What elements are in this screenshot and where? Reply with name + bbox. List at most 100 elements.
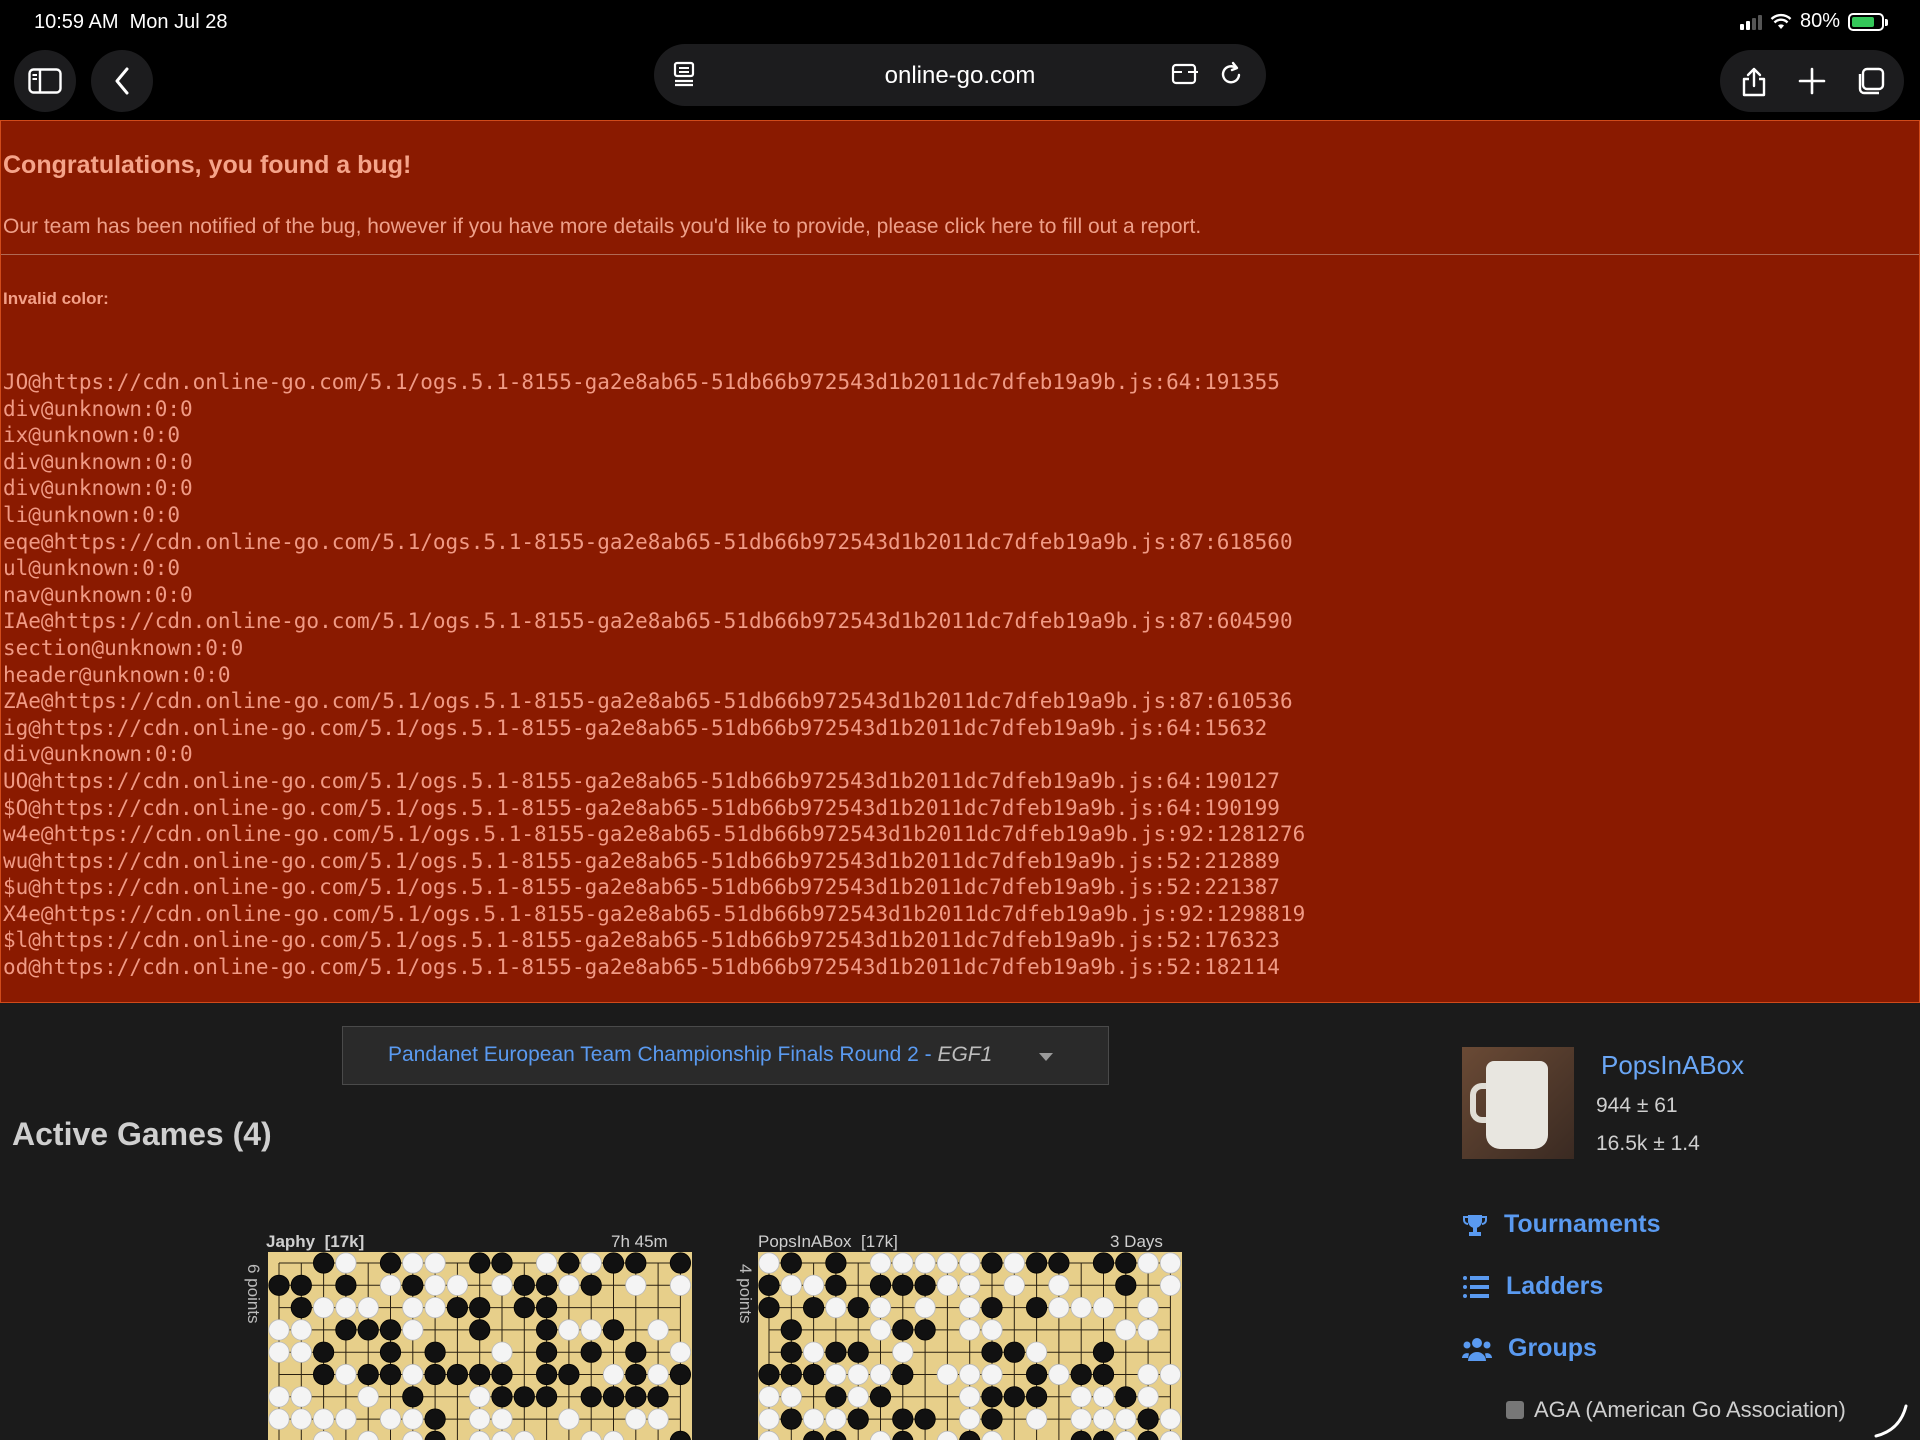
white-stone xyxy=(290,1319,312,1341)
status-time: 10:59 AM Mon Jul 28 xyxy=(34,11,228,33)
white-stone xyxy=(357,1386,379,1408)
profile-username[interactable]: PopsInABox xyxy=(1601,1050,1744,1081)
game-2-board[interactable] xyxy=(758,1252,1182,1440)
black-stone xyxy=(379,1363,402,1386)
white-stone xyxy=(802,1274,825,1296)
white-stone xyxy=(290,1386,312,1408)
black-stone xyxy=(758,1274,780,1296)
black-stone xyxy=(424,1341,446,1363)
black-stone xyxy=(914,1274,936,1296)
black-stone xyxy=(625,1363,647,1386)
avatar[interactable] xyxy=(1462,1047,1574,1159)
black-stone xyxy=(535,1386,558,1408)
black-stone xyxy=(825,1274,847,1296)
white-stone xyxy=(1092,1386,1115,1408)
black-stone xyxy=(780,1363,802,1386)
group-item-aga[interactable]: AGA (American Go Association) xyxy=(1506,1397,1846,1423)
white-stone xyxy=(647,1319,669,1341)
bug-report-link[interactable]: Our team has been notified of the bug, h… xyxy=(3,215,1201,239)
reload-icon[interactable] xyxy=(1218,60,1244,88)
white-stone xyxy=(869,1430,892,1440)
white-stone xyxy=(802,1408,825,1430)
share-icon[interactable] xyxy=(1740,66,1768,98)
nav-ladders[interactable]: Ladders xyxy=(1462,1272,1603,1301)
black-stone xyxy=(1025,1386,1048,1408)
black-stone xyxy=(580,1274,602,1296)
sidebar-button[interactable] xyxy=(14,50,76,112)
black-stone xyxy=(758,1363,780,1386)
cellular-signal-icon xyxy=(1739,14,1762,30)
white-stone xyxy=(780,1386,802,1408)
black-stone xyxy=(1137,1430,1159,1440)
white-stone xyxy=(402,1363,424,1386)
address-bar[interactable]: online-go.com xyxy=(654,44,1266,106)
black-stone xyxy=(1115,1252,1137,1274)
white-stone xyxy=(580,1319,602,1341)
white-stone xyxy=(491,1408,513,1430)
black-stone xyxy=(290,1274,312,1296)
white-stone xyxy=(869,1296,892,1319)
active-games-title: Active Games (4) xyxy=(12,1116,272,1152)
white-stone xyxy=(290,1341,312,1363)
white-stone xyxy=(780,1274,802,1296)
stack-line: wu@https://cdn.online-go.com/5.1/ogs.5.1… xyxy=(3,848,1280,873)
stack-line: $O@https://cdn.online-go.com/5.1/ogs.5.1… xyxy=(3,795,1280,820)
black-stone xyxy=(513,1386,535,1408)
game-2-player[interactable]: PopsInABox [17k] xyxy=(758,1232,898,1252)
black-stone xyxy=(558,1252,580,1274)
white-stone xyxy=(936,1274,958,1296)
black-stone xyxy=(602,1319,625,1341)
white-stone xyxy=(469,1386,491,1408)
black-stone xyxy=(892,1319,914,1341)
tabs-icon[interactable] xyxy=(1854,66,1886,96)
back-button[interactable] xyxy=(91,50,153,112)
nav-tournaments[interactable]: Tournaments xyxy=(1462,1210,1661,1239)
stack-line: div@unknown:0:0 xyxy=(3,396,193,421)
black-stone xyxy=(469,1319,491,1341)
event-selector[interactable]: Pandanet European Team Championship Fina… xyxy=(342,1026,1109,1085)
stack-line: JO@https://cdn.online-go.com/5.1/ogs.5.1… xyxy=(3,370,1280,394)
stack-line: IAe@https://cdn.online-go.com/5.1/ogs.5.… xyxy=(3,609,1293,634)
black-stone xyxy=(825,1341,847,1363)
extension-icon[interactable] xyxy=(1170,60,1200,88)
stack-line: ix@unknown:0:0 xyxy=(3,423,181,448)
divider xyxy=(1,254,1919,255)
stack-line: UO@https://cdn.online-go.com/5.1/ogs.5.1… xyxy=(3,768,1280,793)
group-icon xyxy=(1506,1401,1524,1419)
white-stone xyxy=(424,1274,446,1296)
battery-icon xyxy=(1848,12,1888,31)
black-stone xyxy=(424,1408,446,1430)
error-title: Invalid color: xyxy=(3,289,109,308)
black-stone xyxy=(803,1430,825,1440)
white-stone xyxy=(379,1408,402,1430)
nav-groups[interactable]: Groups xyxy=(1462,1334,1597,1363)
black-stone xyxy=(602,1252,625,1274)
game-1-board[interactable] xyxy=(268,1252,692,1440)
white-stone xyxy=(535,1252,558,1274)
black-stone xyxy=(379,1252,402,1274)
list-icon xyxy=(1463,1275,1489,1298)
black-stone xyxy=(892,1430,914,1440)
black-stone xyxy=(335,1274,357,1296)
status-bar: 10:59 AM Mon Jul 28 80% xyxy=(0,0,1920,44)
black-stone xyxy=(647,1386,669,1408)
stack-line: header@unknown:0:0 xyxy=(3,662,231,687)
white-stone xyxy=(312,1296,335,1319)
white-stone xyxy=(1159,1430,1181,1440)
black-stone xyxy=(869,1386,892,1408)
game-1-player[interactable]: Japhy [17k] xyxy=(266,1232,364,1252)
stack-line: ig@https://cdn.online-go.com/5.1/ogs.5.1… xyxy=(3,715,1268,740)
black-stone xyxy=(580,1386,602,1408)
white-stone xyxy=(1070,1408,1092,1430)
white-stone xyxy=(357,1296,379,1319)
black-stone xyxy=(1115,1386,1137,1408)
plus-icon[interactable] xyxy=(1798,66,1826,96)
black-stone xyxy=(669,1430,691,1440)
black-stone xyxy=(491,1252,513,1274)
browser-toolbar: online-go.com xyxy=(0,44,1920,120)
white-stone xyxy=(402,1252,424,1274)
black-stone xyxy=(780,1341,802,1363)
white-stone xyxy=(1159,1363,1181,1386)
white-stone xyxy=(424,1296,446,1319)
white-stone xyxy=(669,1341,691,1363)
